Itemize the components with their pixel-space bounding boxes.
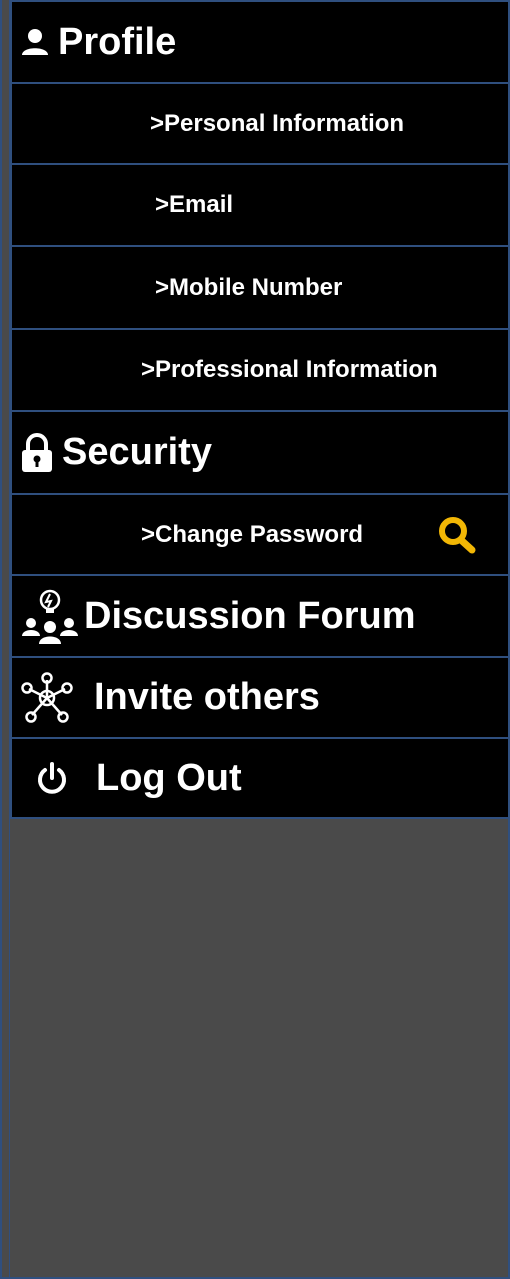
menu-item-discussion-forum[interactable]: Discussion Forum bbox=[10, 576, 510, 658]
menu-item-mobile-number[interactable]: >Mobile Number bbox=[10, 247, 510, 330]
menu-item-change-password[interactable]: >Change Password bbox=[10, 495, 510, 576]
menu-item-invite-others-label: Invite others bbox=[94, 676, 320, 718]
side-menu: Profile >Personal Information >Email >Mo… bbox=[10, 0, 510, 819]
menu-item-email-label: >Email bbox=[155, 191, 234, 218]
menu-item-email[interactable]: >Email bbox=[10, 165, 510, 247]
menu-item-mobile-number-label: >Mobile Number bbox=[155, 273, 343, 301]
menu-item-log-out[interactable]: Log Out bbox=[10, 739, 510, 819]
menu-item-professional-information-label: >Professional Information bbox=[141, 356, 438, 383]
menu-item-professional-information[interactable]: >Professional Information bbox=[10, 330, 510, 412]
menu-item-invite-others[interactable]: Invite others bbox=[10, 658, 510, 739]
menu-item-security[interactable]: Security bbox=[10, 412, 510, 495]
group-idea-icon bbox=[18, 586, 82, 646]
sidebar-frame: Profile >Personal Information >Email >Mo… bbox=[0, 0, 510, 1279]
menu-item-personal-information-label: >Personal Information bbox=[150, 109, 405, 137]
menu-item-security-label: Security bbox=[62, 431, 212, 473]
left-strip bbox=[2, 0, 10, 1277]
network-icon bbox=[18, 670, 76, 726]
menu-item-profile-label: Profile bbox=[58, 20, 177, 63]
person-icon bbox=[18, 22, 52, 62]
power-icon bbox=[30, 756, 74, 800]
search-icon[interactable] bbox=[436, 515, 480, 555]
menu-item-discussion-forum-label: Discussion Forum bbox=[84, 594, 416, 637]
menu-item-change-password-label: >Change Password bbox=[141, 520, 364, 548]
lock-icon bbox=[18, 430, 56, 476]
menu-item-log-out-label: Log Out bbox=[96, 756, 242, 799]
menu-item-personal-information[interactable]: >Personal Information bbox=[10, 84, 510, 165]
menu-item-profile[interactable]: Profile bbox=[10, 0, 510, 84]
